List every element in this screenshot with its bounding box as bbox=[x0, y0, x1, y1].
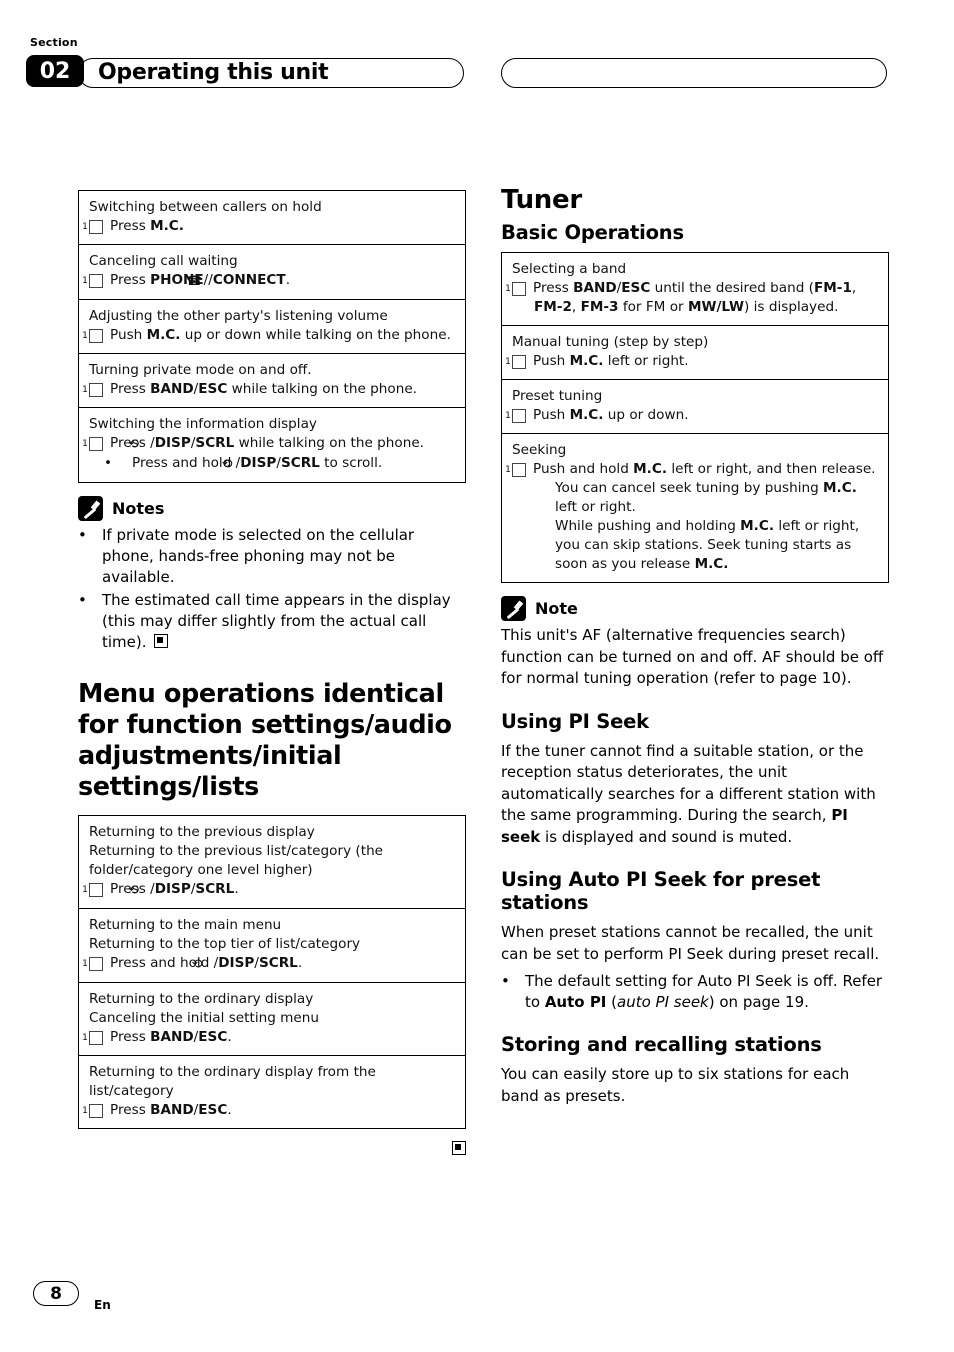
step-number-box: 1 bbox=[82, 1104, 103, 1118]
page-title: Operating this unit bbox=[98, 60, 329, 85]
table-row: Canceling call waiting 1 Press PHONE/☎/CON… bbox=[79, 245, 465, 300]
pi-seek-text: If the tuner cannot find a suitable stat… bbox=[501, 741, 876, 846]
basic-operations-table: Selecting a band 1 Press BAND/ESC until th… bbox=[501, 252, 889, 583]
step-number-box: 1 bbox=[82, 220, 103, 234]
row-bullet: • Press and hold ⟲/DISP/SCRL to scroll. bbox=[104, 455, 383, 472]
row-step: 1 Press ⟲/DISP/SCRL while talking on the … bbox=[82, 435, 425, 452]
page: Section 02 Operating this unit Switching… bbox=[0, 0, 954, 1352]
table-row: Returning to the ordinary display Canceli… bbox=[79, 983, 465, 1056]
language-label: En bbox=[94, 1298, 111, 1312]
row-title: Turning private mode on and off. bbox=[89, 362, 312, 378]
step-number-box: 1 bbox=[505, 355, 526, 369]
section-label: Section bbox=[30, 36, 78, 49]
row-subline: While pushing and holding M.C. left or r… bbox=[555, 518, 860, 572]
row-title: Returning to the ordinary display bbox=[89, 991, 314, 1007]
step-number-box: 1 bbox=[505, 282, 526, 296]
table-row: Returning to the main menu Returning to t… bbox=[79, 909, 465, 983]
pi-seek-heading: Using PI Seek bbox=[501, 709, 649, 733]
step-number-box: 1 bbox=[82, 1031, 103, 1045]
header-pill-right bbox=[501, 58, 887, 88]
note-list-item: • If private mode is selected on the cell… bbox=[78, 526, 415, 586]
step-number-box: 1 bbox=[82, 274, 103, 288]
pencil-icon bbox=[78, 496, 103, 521]
note-list-item: • The estimated call time appears in the … bbox=[78, 591, 451, 651]
table-row: Turning private mode on and off. 1 Press B… bbox=[79, 354, 465, 408]
right-column: Tuner Basic Operations Selecting a band 1… bbox=[501, 185, 889, 1113]
row-step: 1 Push M.C. left or right. bbox=[505, 353, 689, 369]
row-step: 1 Press ⟲/DISP/SCRL. bbox=[82, 881, 239, 898]
row-step: 1 Push M.C. up or down. bbox=[505, 407, 689, 423]
step-number-box: 1 bbox=[82, 883, 103, 897]
table-row: Selecting a band 1 Press BAND/ESC until th… bbox=[502, 253, 888, 326]
row-title: Returning to the previous display bbox=[89, 824, 315, 840]
row-title: Seeking bbox=[512, 442, 567, 458]
left-endmark-row bbox=[78, 1139, 466, 1158]
step-number-box: 1 bbox=[505, 409, 526, 423]
row-step: 1 Press and hold ⟲/DISP/SCRL. bbox=[82, 955, 303, 972]
row-title: Switching the information display bbox=[89, 416, 317, 432]
note-header: Note bbox=[501, 596, 889, 621]
row-title: Canceling call waiting bbox=[89, 253, 238, 269]
row-subtitle: Returning to the previous list/category … bbox=[89, 843, 384, 878]
row-subtitle: Returning to the top tier of list/catego… bbox=[89, 936, 361, 952]
step-number-box: 1 bbox=[82, 957, 103, 971]
row-step: 1 Press M.C. bbox=[82, 218, 184, 234]
auto-pi-seek-text: When preset stations cannot be recalled,… bbox=[501, 923, 880, 963]
row-title: Returning to the main menu bbox=[89, 917, 282, 933]
page-number-badge: 8 bbox=[33, 1281, 79, 1306]
notes-title: Notes bbox=[112, 499, 165, 518]
basic-operations-heading: Basic Operations bbox=[501, 221, 684, 244]
table-row: Switching the information display 1 Press … bbox=[79, 408, 465, 482]
row-step: 1 Press BAND/ESC. bbox=[82, 1029, 232, 1045]
row-step: 1 Press BAND/ESC until the desired band (… bbox=[505, 280, 857, 315]
menu-operations-table: Returning to the previous display Returni… bbox=[78, 815, 466, 1129]
storing-heading: Storing and recalling stations bbox=[501, 1033, 822, 1056]
row-title: Returning to the ordinary display from t… bbox=[89, 1064, 376, 1099]
table-row: Manual tuning (step by step) 1 Push M.C. l… bbox=[502, 326, 888, 380]
table-row: Preset tuning 1 Push M.C. up or down. bbox=[502, 380, 888, 434]
row-step: 1 Press BAND/ESC while talking on the pho… bbox=[82, 381, 418, 397]
note-title: Note bbox=[535, 599, 578, 618]
row-title: Preset tuning bbox=[512, 388, 603, 404]
auto-pi-seek-bullet: • The default setting for Auto PI Seek is… bbox=[501, 972, 883, 1011]
step-number-box: 1 bbox=[505, 463, 526, 477]
table-row: Seeking 1 Push and hold M.C. left or right… bbox=[502, 434, 888, 582]
note-text: This unit's AF (alternative frequencies … bbox=[501, 626, 884, 687]
step-number-box: 1 bbox=[82, 329, 103, 343]
end-mark-icon bbox=[154, 634, 169, 648]
storing-text: You can easily store up to six stations … bbox=[501, 1065, 850, 1105]
row-step: 1 Push M.C. up or down while talking on t… bbox=[82, 327, 451, 343]
row-step: 1 Push and hold M.C. left or right, and t… bbox=[505, 461, 876, 477]
table-row: Adjusting the other party's listening vo… bbox=[79, 300, 465, 354]
notes-header: Notes bbox=[78, 496, 466, 521]
row-title: Switching between callers on hold bbox=[89, 199, 322, 215]
row-subtitle: Canceling the initial setting menu bbox=[89, 1010, 320, 1026]
row-step: 1 Press BAND/ESC. bbox=[82, 1102, 232, 1118]
notes-list: • If private mode is selected on the cell… bbox=[78, 525, 466, 653]
menu-operations-heading: Menu operations identical for function s… bbox=[78, 679, 452, 802]
pencil-icon bbox=[501, 596, 526, 621]
end-mark-icon bbox=[452, 1141, 466, 1155]
table-row: Returning to the ordinary display from t… bbox=[79, 1056, 465, 1128]
table-row: Switching between callers on hold 1 Press … bbox=[79, 191, 465, 245]
table-row: Returning to the previous display Returni… bbox=[79, 816, 465, 909]
section-number-badge: 02 bbox=[26, 55, 84, 87]
auto-pi-seek-heading: Using Auto PI Seek for preset stations bbox=[501, 868, 821, 914]
left-column: Switching between callers on hold 1 Press … bbox=[78, 190, 466, 1158]
step-number-box: 1 bbox=[82, 437, 103, 451]
row-title: Selecting a band bbox=[512, 261, 627, 277]
row-subline: You can cancel seek tuning by pushing M.… bbox=[555, 480, 857, 515]
row-title: Adjusting the other party's listening vo… bbox=[89, 308, 388, 324]
row-step: 1 Press PHONE/☎/CONNECT. bbox=[82, 272, 291, 289]
tuner-heading: Tuner bbox=[501, 185, 582, 215]
phone-operations-table: Switching between callers on hold 1 Press … bbox=[78, 190, 466, 483]
step-number-box: 1 bbox=[82, 383, 103, 397]
row-title: Manual tuning (step by step) bbox=[512, 334, 709, 350]
